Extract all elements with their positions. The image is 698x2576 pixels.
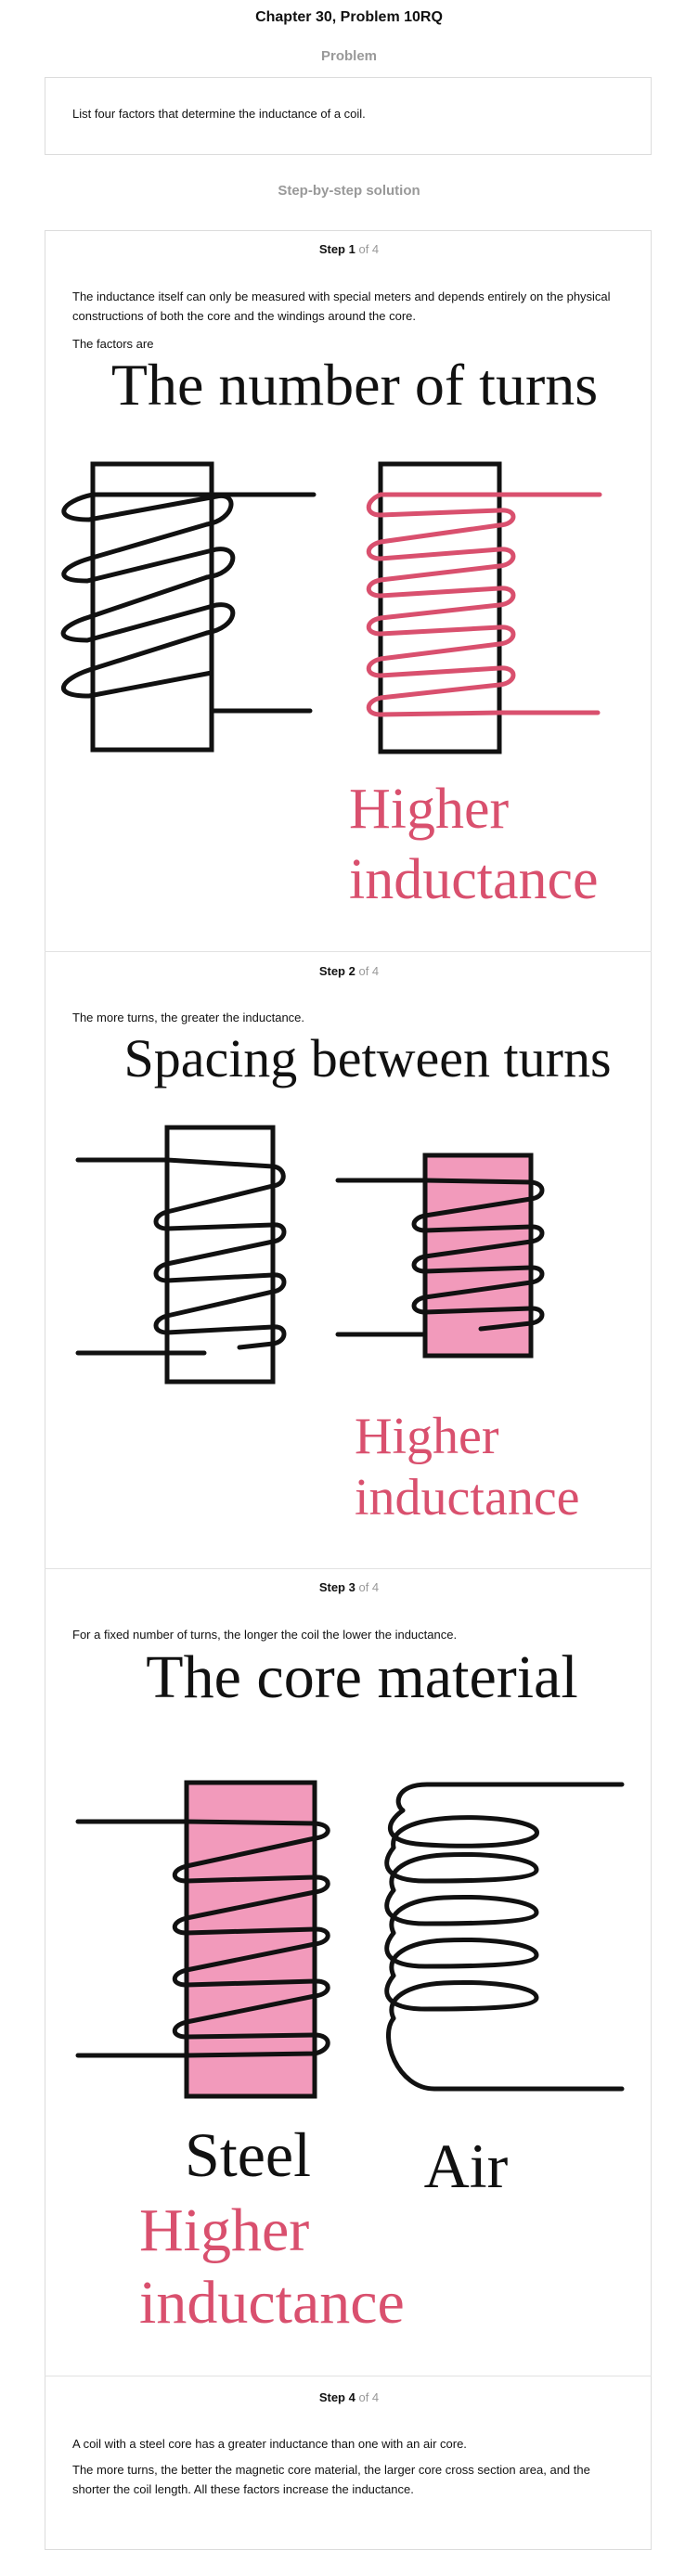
step-count: of 4 (358, 1580, 380, 1594)
few-turns-coil (60, 461, 317, 753)
turns-figure: The number of turns Higher inductance (60, 352, 602, 911)
steel-core-coil (75, 1780, 330, 2099)
turns-caption-line-1: Higher (349, 778, 510, 841)
step-number: Step 1 (318, 242, 355, 256)
spacing-caption-line-2: inductance (355, 1469, 580, 1526)
core-caption-line-2: inductance (139, 2269, 405, 2337)
turns-figure-heading: The number of turns (111, 352, 598, 418)
problem-label: Problem (320, 48, 377, 64)
step-4-header: Step 4 of 4 (0, 2390, 698, 2404)
step-divider (45, 1568, 652, 1569)
step-count: of 4 (358, 242, 380, 256)
step-number: Step 3 (318, 1580, 355, 1594)
steel-label: Steel (185, 2119, 311, 2190)
step-4-paragraph-2: The more turns, the better the magnetic … (72, 2463, 590, 2496)
step-1-header: Step 1 of 4 (0, 242, 698, 256)
wide-spacing-coil (75, 1125, 287, 1385)
many-turns-coil (366, 461, 602, 754)
problem-text: List four factors that determine the ind… (72, 107, 366, 121)
step-count: of 4 (358, 964, 380, 978)
step-3-header: Step 3 of 4 (0, 1580, 698, 1594)
step-1-paragraph-1: The inductance itself can only be measur… (72, 290, 611, 323)
spacing-figure: Spacing between turns Higher inductance (75, 1028, 612, 1526)
solution-label: Step-by-step solution (278, 183, 420, 199)
spacing-figure-heading: Spacing between turns (123, 1028, 611, 1088)
core-figure-heading: The core material (146, 1643, 577, 1711)
core-material-figure: The core material Steel Air Higher induc… (75, 1643, 625, 2337)
air-label: Air (424, 2131, 509, 2201)
turns-caption-line-2: inductance (349, 848, 599, 911)
step-divider (45, 951, 652, 952)
page-title: Chapter 30, Problem 10RQ (255, 9, 443, 25)
step-4-paragraph-1: A coil with a steel core has a greater i… (72, 2437, 467, 2451)
close-spacing-coil (335, 1153, 545, 1359)
air-core-coil (384, 1782, 625, 2092)
step-number: Step 4 (318, 2390, 355, 2404)
core-caption-line-1: Higher (139, 2196, 309, 2264)
step-2-header: Step 2 of 4 (0, 964, 698, 978)
spacing-caption-line-1: Higher (355, 1408, 499, 1465)
step-count: of 4 (358, 2390, 380, 2404)
step-number: Step 2 (318, 964, 355, 978)
